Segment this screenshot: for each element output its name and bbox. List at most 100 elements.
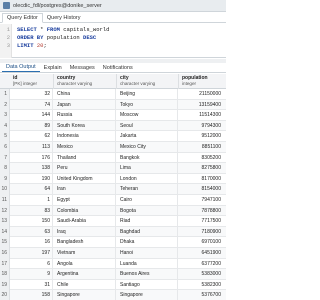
cell-population[interactable]: 5376700 bbox=[179, 290, 223, 300]
cell-country[interactable]: Thailand bbox=[54, 152, 116, 164]
cell-country[interactable]: Indonesia bbox=[54, 131, 116, 142]
table-row[interactable]: 5 62 Indonesia Jakarta 9512000 bbox=[0, 131, 226, 142]
cell-id[interactable]: 63 bbox=[11, 226, 53, 238]
cell-country[interactable]: Iran bbox=[54, 184, 116, 195]
table-row[interactable]: 13 150 Saudi-Arabia Riad 7717500 bbox=[0, 216, 226, 227]
column-header-id[interactable]: id [PK] integer bbox=[13, 75, 53, 87]
table-row[interactable]: 12 83 Colombia Bogota 7878800 bbox=[0, 205, 226, 217]
cell-population[interactable]: 8275800 bbox=[179, 163, 223, 174]
cell-population[interactable]: 13159400 bbox=[179, 100, 223, 111]
cell-population[interactable]: 6377200 bbox=[179, 259, 223, 270]
cell-city[interactable]: Riad bbox=[117, 216, 178, 227]
table-row[interactable]: 9 190 United Kingdom London 8170000 bbox=[0, 173, 226, 185]
cell-population[interactable]: 6970100 bbox=[179, 237, 223, 248]
table-row[interactable]: 2 74 Japan Tokyo 13159400 bbox=[0, 99, 226, 111]
cell-country[interactable]: Mexico bbox=[54, 142, 116, 153]
table-row[interactable]: 7 176 Thailand Bangkok 8305200 bbox=[0, 152, 226, 164]
cell-country[interactable]: Colombia bbox=[54, 205, 116, 217]
tab-notifications[interactable]: Notifications bbox=[99, 64, 137, 72]
cell-country[interactable]: Chile bbox=[54, 279, 116, 291]
cell-country[interactable]: Egypt bbox=[54, 195, 116, 206]
cell-city[interactable]: Lima bbox=[117, 163, 178, 174]
cell-city[interactable]: Teheran bbox=[117, 184, 178, 195]
column-header-country[interactable]: country character varying bbox=[57, 75, 115, 87]
cell-city[interactable]: Mexico City bbox=[117, 142, 178, 153]
cell-city[interactable]: Beijing bbox=[117, 89, 178, 100]
cell-id[interactable]: 197 bbox=[11, 248, 53, 259]
tab-explain[interactable]: Explain bbox=[40, 64, 66, 72]
cell-country[interactable]: Vietnam bbox=[54, 248, 116, 259]
tab-query-editor[interactable]: Query Editor bbox=[2, 13, 43, 23]
table-row[interactable]: 6 113 Mexico Mexico City 8851100 bbox=[0, 142, 226, 153]
cell-id[interactable]: 113 bbox=[11, 142, 53, 153]
cell-id[interactable]: 32 bbox=[11, 89, 53, 100]
table-row[interactable]: 16 197 Vietnam Hanoi 6451900 bbox=[0, 248, 226, 259]
column-header-city[interactable]: city character varying bbox=[120, 75, 177, 87]
cell-country[interactable]: Argentina bbox=[54, 269, 116, 280]
cell-population[interactable]: 21150000 bbox=[179, 89, 223, 100]
cell-population[interactable]: 7180900 bbox=[179, 227, 223, 238]
table-row[interactable]: 3 144 Russia Moscow 11514300 bbox=[0, 110, 226, 121]
cell-city[interactable]: Dhaka bbox=[117, 237, 178, 248]
cell-population[interactable]: 8305200 bbox=[179, 153, 223, 164]
cell-id[interactable]: 64 bbox=[11, 184, 53, 195]
sql-editor[interactable]: 1 SELECT * FROM capitals_world 2 ORDER BY p… bbox=[0, 24, 226, 58]
table-row[interactable]: 14 63 Iraq Baghdad 7180900 bbox=[0, 226, 226, 238]
cell-id[interactable]: 144 bbox=[11, 110, 53, 121]
cell-country[interactable]: United Kingdom bbox=[54, 173, 116, 185]
cell-population[interactable]: 11514300 bbox=[179, 110, 223, 121]
cell-country[interactable]: Angola bbox=[54, 258, 116, 270]
cell-population[interactable]: 6451900 bbox=[179, 248, 223, 259]
cell-id[interactable]: 190 bbox=[11, 173, 53, 185]
cell-country[interactable]: Japan bbox=[54, 99, 116, 111]
cell-population[interactable]: 8154000 bbox=[179, 184, 223, 195]
cell-id[interactable]: 138 bbox=[11, 163, 53, 174]
cell-id[interactable]: 83 bbox=[11, 205, 53, 217]
cell-country[interactable]: Peru bbox=[54, 163, 116, 174]
tab-data-output[interactable]: Data Output bbox=[2, 63, 40, 72]
cell-id[interactable]: 1 bbox=[11, 195, 53, 206]
cell-population[interactable]: 9794300 bbox=[179, 121, 223, 132]
cell-id[interactable]: 176 bbox=[11, 152, 53, 164]
table-row[interactable]: 11 1 Egypt Cairo 7947100 bbox=[0, 195, 226, 206]
cell-country[interactable]: Singapore bbox=[54, 290, 116, 300]
cell-city[interactable]: Santiago bbox=[117, 279, 178, 291]
cell-city[interactable]: Tokyo bbox=[117, 99, 178, 111]
table-row[interactable]: 4 89 South Korea Seoul 9794300 bbox=[0, 120, 226, 132]
cell-city[interactable]: Seoul bbox=[117, 120, 178, 132]
cell-city[interactable]: Buenos Aires bbox=[117, 269, 178, 280]
cell-city[interactable]: Bogota bbox=[117, 205, 178, 217]
cell-population[interactable]: 7878800 bbox=[179, 206, 223, 217]
cell-city[interactable]: Singapore bbox=[117, 290, 178, 300]
table-row[interactable]: 19 31 Chile Santiago 5382300 bbox=[0, 279, 226, 291]
cell-id[interactable]: 62 bbox=[11, 131, 53, 142]
cell-id[interactable]: 74 bbox=[11, 99, 53, 111]
cell-population[interactable]: 7947100 bbox=[179, 195, 223, 206]
cell-id[interactable]: 150 bbox=[11, 216, 53, 227]
tab-messages[interactable]: Messages bbox=[66, 64, 99, 72]
cell-city[interactable]: Hanoi bbox=[117, 248, 178, 259]
cell-country[interactable]: Saudi-Arabia bbox=[54, 216, 116, 227]
cell-id[interactable]: 16 bbox=[11, 237, 53, 248]
cell-population[interactable]: 5382300 bbox=[179, 280, 223, 291]
cell-country[interactable]: Iraq bbox=[54, 226, 116, 238]
cell-city[interactable]: London bbox=[117, 173, 178, 185]
cell-population[interactable]: 8851100 bbox=[179, 142, 223, 153]
cell-country[interactable]: Bangladesh bbox=[54, 237, 116, 248]
cell-city[interactable]: Moscow bbox=[117, 110, 178, 121]
cell-city[interactable]: Bangkok bbox=[117, 152, 178, 164]
cell-id[interactable]: 6 bbox=[11, 258, 53, 270]
cell-city[interactable]: Baghdad bbox=[117, 226, 178, 238]
cell-city[interactable]: Cairo bbox=[117, 195, 178, 206]
cell-country[interactable]: China bbox=[54, 89, 116, 100]
cell-population[interactable]: 9512000 bbox=[179, 131, 223, 142]
table-row[interactable]: 20 158 Singapore Singapore 5376700 bbox=[0, 290, 226, 300]
cell-country[interactable]: Russia bbox=[54, 110, 116, 121]
tab-query-history[interactable]: Query History bbox=[43, 14, 85, 22]
column-header-population[interactable]: population integer bbox=[182, 75, 224, 87]
cell-id[interactable]: 158 bbox=[11, 290, 53, 300]
table-row[interactable]: 15 16 Bangladesh Dhaka 6970100 bbox=[0, 237, 226, 248]
cell-population[interactable]: 5383000 bbox=[179, 269, 223, 280]
table-row[interactable]: 18 9 Argentina Buenos Aires 5383000 bbox=[0, 269, 226, 280]
cell-city[interactable]: Luanda bbox=[117, 258, 178, 270]
